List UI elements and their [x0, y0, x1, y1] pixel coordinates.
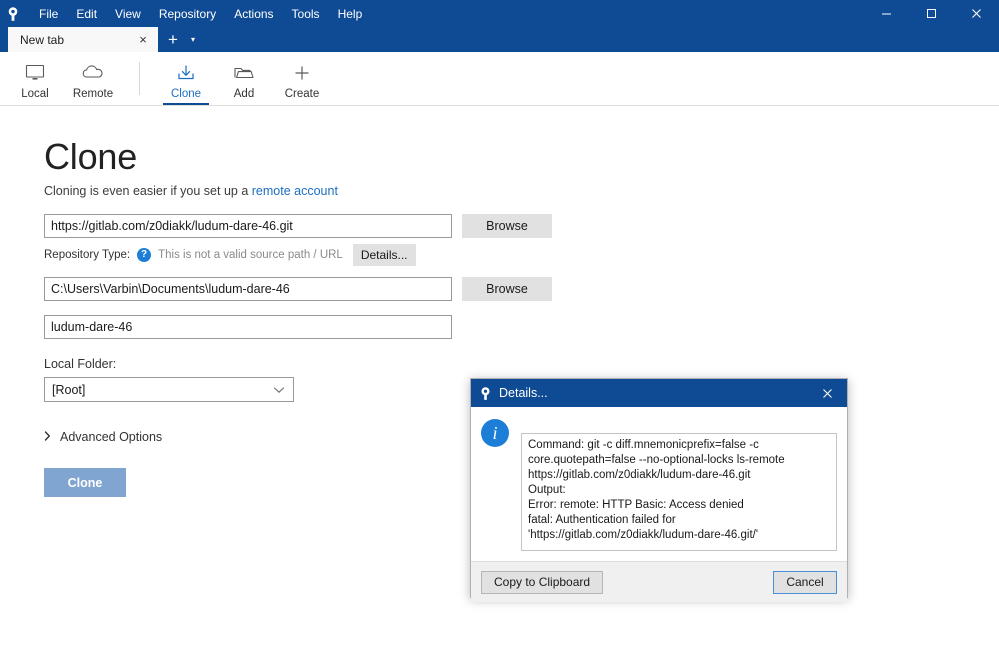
- tab-new-tab[interactable]: New tab ×: [8, 27, 158, 52]
- tab-strip: New tab × + ▾: [0, 27, 999, 52]
- tab-label: New tab: [20, 32, 65, 47]
- menu-repository[interactable]: Repository: [150, 3, 225, 25]
- toolbar-label: Local: [21, 87, 49, 100]
- details-button[interactable]: Details...: [352, 244, 416, 266]
- toolbar-label: Remote: [72, 87, 114, 100]
- repository-type-row: Repository Type: ? This is not a valid s…: [44, 244, 999, 266]
- local-folder-label: Local Folder:: [44, 357, 117, 371]
- chevron-down-icon[interactable]: ▾: [184, 27, 202, 52]
- sourcetree-logo-icon: [0, 0, 26, 27]
- destination-path-input[interactable]: [44, 277, 452, 301]
- info-icon: i: [481, 419, 509, 447]
- page-title: Clone: [44, 136, 138, 177]
- toolbar-divider: [139, 62, 140, 95]
- menu-file[interactable]: File: [30, 3, 67, 25]
- local-folder-select[interactable]: [Root]: [44, 377, 294, 402]
- chevron-down-icon: [273, 383, 285, 397]
- browse-destination-button[interactable]: Browse: [462, 277, 552, 301]
- clone-button[interactable]: Clone: [44, 468, 126, 497]
- download-icon: [175, 61, 197, 85]
- minimize-icon[interactable]: [864, 0, 909, 27]
- menu-edit[interactable]: Edit: [67, 3, 106, 25]
- repository-name-input[interactable]: [44, 315, 452, 339]
- close-icon[interactable]: [954, 0, 999, 27]
- toolbar-item-add[interactable]: Add: [215, 52, 273, 105]
- tab-close-icon[interactable]: ×: [134, 31, 152, 49]
- toolbar-item-local[interactable]: Local: [6, 52, 64, 105]
- dialog-close-icon[interactable]: [807, 379, 847, 407]
- repository-type-label: Repository Type:: [44, 249, 131, 261]
- menu-view[interactable]: View: [106, 3, 150, 25]
- dialog-footer: Copy to Clipboard Cancel: [471, 561, 847, 602]
- menu-actions[interactable]: Actions: [225, 3, 282, 25]
- local-folder-value: [Root]: [52, 382, 86, 397]
- new-tab-button[interactable]: +: [162, 27, 184, 52]
- repository-type-message: This is not a valid source path / URL: [158, 249, 343, 261]
- window-controls: [864, 0, 999, 27]
- toolbar-item-remote[interactable]: Remote: [64, 52, 122, 105]
- subtitle-text: Cloning is even easier if you set up a: [44, 184, 252, 198]
- copy-to-clipboard-button[interactable]: Copy to Clipboard: [481, 570, 604, 594]
- chevron-right-icon: [44, 430, 51, 444]
- cloud-icon: [81, 61, 105, 85]
- plus-icon: [291, 61, 313, 85]
- repository-name-row: [44, 315, 999, 339]
- dialog-title: Details...: [499, 386, 548, 400]
- cancel-button[interactable]: Cancel: [773, 570, 837, 594]
- menu-tools[interactable]: Tools: [283, 3, 329, 25]
- toolbar-item-create[interactable]: Create: [273, 52, 331, 105]
- folder-icon: [232, 61, 256, 85]
- dialog-titlebar: Details...: [471, 379, 847, 407]
- menu-help[interactable]: Help: [329, 3, 372, 25]
- remote-account-link[interactable]: remote account: [252, 184, 338, 198]
- toolbar-item-clone[interactable]: Clone: [157, 52, 215, 105]
- toolbar-label: Add: [233, 87, 255, 100]
- main-menubar: File Edit View Repository Actions Tools …: [30, 0, 371, 27]
- advanced-options-label: Advanced Options: [60, 430, 163, 444]
- browse-source-button[interactable]: Browse: [462, 214, 552, 238]
- details-dialog: Details... i Command: git -c diff.mnemon…: [470, 378, 848, 602]
- dialog-message-textarea[interactable]: Command: git -c diff.mnemonicprefix=fals…: [521, 433, 837, 551]
- destination-path-row: Browse: [44, 277, 999, 301]
- help-icon[interactable]: ?: [137, 248, 152, 262]
- source-url-input[interactable]: [44, 214, 452, 238]
- sourcetree-logo-icon: [471, 386, 499, 401]
- toolbar-label: Clone: [170, 87, 202, 100]
- clone-subtitle: Cloning is even easier if you set up a r…: [44, 184, 999, 198]
- toolbar-label: Create: [284, 87, 320, 100]
- window-titlebar: File Edit View Repository Actions Tools …: [0, 0, 999, 27]
- main-toolbar: Local Remote Clone Add Create: [0, 52, 999, 106]
- source-url-row: Browse: [44, 214, 999, 238]
- dialog-body: i Command: git -c diff.mnemonicprefix=fa…: [471, 407, 847, 561]
- monitor-icon: [24, 61, 46, 85]
- maximize-icon[interactable]: [909, 0, 954, 27]
